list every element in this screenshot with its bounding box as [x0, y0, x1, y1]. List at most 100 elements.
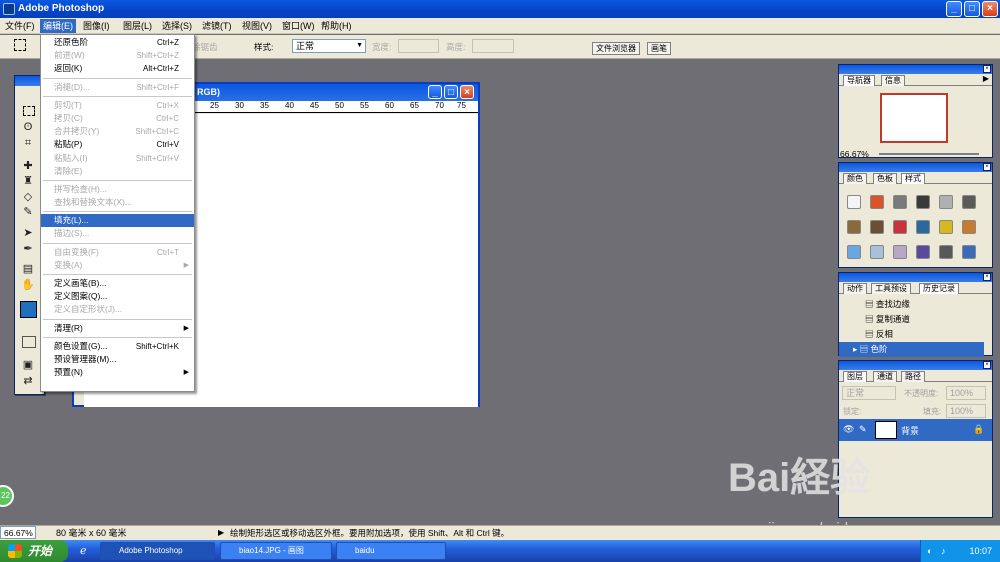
menu-layer[interactable]: 图层(L) — [120, 19, 155, 33]
edit-menu-item[interactable]: 拼写检查(H)... — [41, 183, 194, 196]
edit-menu-item[interactable]: 颜色设置(G)... Shift+Ctrl+K — [41, 340, 194, 353]
volume-icon[interactable]: ♪ — [941, 540, 946, 562]
menu-file[interactable]: 文件(F) — [2, 19, 38, 33]
edit-menu-item[interactable]: 粘贴(P) Ctrl+V — [41, 138, 194, 151]
lasso-icon[interactable]: ʘ — [20, 120, 36, 134]
blend-mode-select[interactable]: 正常 — [842, 386, 896, 400]
tab-navigator[interactable]: 导航器 — [843, 75, 875, 86]
path-select-icon[interactable]: ➤ — [20, 226, 36, 240]
stamp-icon[interactable]: ♜ — [20, 174, 36, 188]
close-button[interactable]: × — [982, 1, 998, 17]
network-icon[interactable]: ◐ — [927, 540, 932, 562]
tab-info[interactable]: 信息 — [881, 75, 905, 86]
foreground-color-swatch[interactable] — [20, 301, 37, 318]
style-swatch[interactable] — [870, 220, 884, 234]
tab-styles[interactable]: 样式 — [901, 173, 925, 184]
edit-menu-item[interactable]: 查找和替换文本(X)... — [41, 196, 194, 209]
doc-close-button[interactable]: × — [460, 85, 474, 99]
edit-menu-item[interactable]: 变换(A) ▶ — [41, 259, 194, 272]
layer-row-background[interactable]: 👁 ✎ 背景 🔒 — [839, 419, 992, 441]
tab-file-browser[interactable]: 文件浏览器 — [592, 42, 640, 55]
style-select[interactable]: 正常 ▼ — [292, 39, 366, 53]
style-swatch[interactable] — [847, 245, 861, 259]
screen-mode-icon[interactable]: ▣ — [20, 358, 36, 372]
close-icon[interactable]: × — [983, 273, 991, 281]
menu-edit[interactable]: 编辑(E) — [40, 19, 76, 33]
floating-badge[interactable]: 22 — [0, 485, 14, 507]
task-photoshop[interactable]: Adobe Photoshop — [100, 542, 215, 560]
tab-actions[interactable]: 动作 — [843, 283, 867, 294]
edit-menu-item[interactable]: 返回(K) Alt+Ctrl+Z — [41, 62, 194, 75]
quick-mask-icon[interactable] — [22, 336, 36, 348]
no-style-swatch[interactable] — [847, 195, 861, 209]
edit-menu-item[interactable]: 定义画笔(B)... — [41, 277, 194, 290]
jump-to-imageready-icon[interactable]: ⇄ — [20, 374, 36, 388]
navigator-thumbnail[interactable] — [880, 93, 948, 143]
opacity-field[interactable]: 100% — [946, 386, 986, 400]
panel-menu-icon[interactable]: ▶ — [983, 74, 989, 83]
style-swatch[interactable] — [870, 245, 884, 259]
style-swatch[interactable] — [893, 220, 907, 234]
edit-menu-item[interactable]: 剪切(T) Ctrl+X — [41, 99, 194, 112]
hand-icon[interactable]: ✋ — [20, 278, 36, 292]
style-swatch[interactable] — [916, 195, 930, 209]
maximize-button[interactable]: □ — [964, 1, 980, 17]
tab-channels[interactable]: 通道 — [873, 371, 897, 382]
style-swatch[interactable] — [916, 245, 930, 259]
edit-menu-item[interactable]: 自由变换(F) Ctrl+T — [41, 246, 194, 259]
eye-icon[interactable]: 👁 — [843, 424, 854, 435]
menu-select[interactable]: 选择(S) — [159, 19, 195, 33]
menu-image[interactable]: 图像(I) — [80, 19, 113, 33]
close-icon[interactable]: × — [983, 361, 991, 369]
ie-quicklaunch-icon[interactable]: ℯ — [80, 544, 87, 557]
zoom-slider[interactable] — [879, 153, 979, 155]
marquee-tool-icon[interactable] — [14, 39, 26, 51]
menu-window[interactable]: 窗口(W) — [279, 19, 318, 33]
start-button[interactable]: 开始 — [0, 540, 68, 562]
close-icon[interactable]: × — [983, 163, 991, 171]
minimize-button[interactable]: _ — [946, 1, 962, 17]
close-icon[interactable]: × — [983, 65, 991, 73]
edit-menu-item[interactable]: 拷贝(C) Ctrl+C — [41, 112, 194, 125]
edit-menu-item[interactable]: 合并拷贝(Y) Shift+Ctrl+C — [41, 125, 194, 138]
doc-minimize-button[interactable]: _ — [428, 85, 442, 99]
pen-icon[interactable]: ✒ — [20, 242, 36, 256]
style-swatch[interactable] — [847, 220, 861, 234]
edit-menu-item[interactable]: 还原色阶 Ctrl+Z — [41, 36, 194, 49]
edit-menu-item[interactable]: 清除(E) — [41, 165, 194, 178]
style-swatch[interactable] — [939, 195, 953, 209]
notes-icon[interactable]: ▤ — [20, 262, 36, 276]
task-paint[interactable]: biao14.JPG - 画图 — [220, 542, 332, 560]
tab-tool-presets[interactable]: 工具预设 — [871, 283, 911, 294]
play-arrow-icon[interactable]: ▶ — [218, 526, 224, 540]
edit-menu-item[interactable]: 消褪(D)... Shift+Ctrl+F — [41, 81, 194, 94]
history-item[interactable]: ▤ 复制通道 — [839, 312, 984, 327]
edit-menu-item[interactable]: 描边(S)... — [41, 227, 194, 240]
style-swatch[interactable] — [893, 195, 907, 209]
blur-icon[interactable]: ✎ — [20, 205, 36, 219]
edit-menu-item[interactable]: 粘贴入(I) Shift+Ctrl+V — [41, 152, 194, 165]
edit-menu-item[interactable]: 预置(N) ▶ — [41, 366, 194, 379]
tab-history[interactable]: 历史记录 — [919, 283, 959, 294]
style-swatch[interactable] — [962, 245, 976, 259]
edit-menu-item[interactable]: 定义自定形状(J)... — [41, 303, 194, 316]
style-swatch[interactable] — [962, 195, 976, 209]
style-swatch[interactable] — [916, 220, 930, 234]
healing-icon[interactable]: ✚ — [20, 159, 36, 173]
tab-paths[interactable]: 路径 — [901, 371, 925, 382]
height-field[interactable] — [472, 39, 514, 53]
edit-menu-item[interactable]: 定义图案(Q)... — [41, 290, 194, 303]
marquee-icon[interactable] — [23, 106, 35, 116]
style-swatch[interactable] — [870, 195, 884, 209]
menu-help[interactable]: 帮助(H) — [318, 19, 355, 33]
task-baidu-folder[interactable]: baidu — [336, 542, 446, 560]
style-swatch[interactable] — [962, 220, 976, 234]
edit-menu-item[interactable]: 清理(R) ▶ — [41, 322, 194, 335]
style-swatch[interactable] — [939, 220, 953, 234]
eraser-icon[interactable]: ◇ — [20, 190, 36, 204]
tab-color[interactable]: 颜色 — [843, 173, 867, 184]
fill-field[interactable]: 100% — [946, 404, 986, 418]
doc-maximize-button[interactable]: □ — [444, 85, 458, 99]
tab-swatches[interactable]: 色板 — [873, 173, 897, 184]
style-swatch[interactable] — [939, 245, 953, 259]
